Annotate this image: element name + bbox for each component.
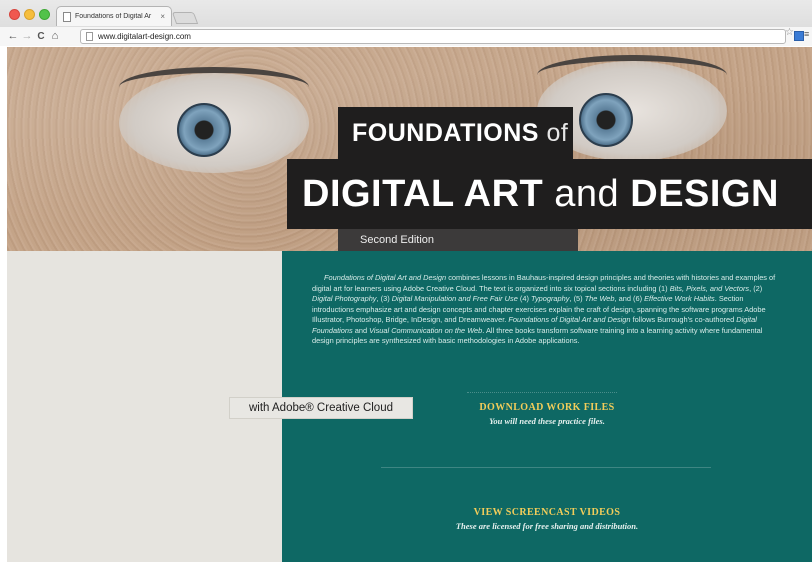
title-digital-art-word: DIGITAL ART xyxy=(302,172,544,215)
reload-icon[interactable]: C xyxy=(34,27,48,46)
desc-italic: Bits, Pixels, and Vectors xyxy=(669,283,750,293)
desc-italic: Effective Work Habits xyxy=(644,294,715,303)
title-foundations: FOUNDATIONS of xyxy=(352,119,568,148)
menu-icon[interactable]: ≡ xyxy=(804,30,810,39)
eye-image-left xyxy=(119,67,309,173)
desc-italic: Digital Photography xyxy=(312,294,377,303)
desc-text: , (2) xyxy=(749,283,763,293)
desc-text: , (5) xyxy=(569,294,585,303)
desc-italic: Digital Manipulation and Free Fair Use xyxy=(391,294,518,303)
browser-toolbar: ← → C ⌂ www.digitalart-design.com ☆ ≡ xyxy=(0,27,812,46)
page-content: FOUNDATIONS of DIGITAL ART and DESIGN Se… xyxy=(7,47,812,562)
desc-text: , (3) xyxy=(376,294,392,303)
download-work-files-link[interactable]: DOWNLOAD WORK FILES xyxy=(282,402,812,413)
desc-italic: Visual Communication on the Web xyxy=(369,325,483,335)
back-icon[interactable]: ← xyxy=(6,27,20,46)
home-icon[interactable]: ⌂ xyxy=(48,27,62,46)
book-description: Foundations of Digital Art and Design co… xyxy=(312,273,782,347)
title-design-word: DESIGN xyxy=(630,172,779,215)
iris xyxy=(579,93,633,147)
browser-tab[interactable]: Foundations of Digital Ar × xyxy=(56,6,172,26)
desc-text: (4) xyxy=(517,294,531,303)
section-divider xyxy=(381,467,711,468)
window-minimize-button[interactable] xyxy=(24,9,35,20)
tab-close-icon[interactable]: × xyxy=(160,12,165,21)
page-icon xyxy=(63,11,71,22)
eyelid xyxy=(537,55,727,95)
extension-icon[interactable] xyxy=(794,31,804,41)
window-close-button[interactable] xyxy=(9,9,20,20)
page-icon xyxy=(86,32,93,41)
bookmark-star-icon[interactable]: ☆ xyxy=(785,27,794,38)
window-maximize-button[interactable] xyxy=(39,9,50,20)
title-box-foundations: FOUNDATIONS of xyxy=(338,107,573,159)
title-and-word: and xyxy=(554,172,620,215)
window-controls xyxy=(9,9,50,20)
desc-italic: Typography xyxy=(530,294,570,303)
desc-italic: Foundations of Digital Art and Design xyxy=(508,315,631,324)
tab-title: Foundations of Digital Ar xyxy=(75,13,152,20)
url-text: www.digitalart-design.com xyxy=(98,32,191,41)
desc-text: and xyxy=(352,325,370,335)
download-subtitle: You will need these practice files. xyxy=(489,416,605,426)
eyelid xyxy=(119,67,309,107)
new-tab-button[interactable] xyxy=(171,12,199,24)
desc-text: follows Burrough's co-authored xyxy=(630,315,737,324)
browser-chrome: Foundations of Digital Ar × ← → C ⌂ www.… xyxy=(0,0,812,46)
edition-box: Second Edition xyxy=(338,229,578,251)
desc-italic: The Web xyxy=(584,294,615,303)
hero-banner: FOUNDATIONS of DIGITAL ART and DESIGN Se… xyxy=(7,47,812,251)
desc-text: , and (6) xyxy=(614,294,645,303)
title-foundations-word: FOUNDATIONS xyxy=(352,118,539,147)
view-screencast-videos-link[interactable]: VIEW SCREENCAST VIDEOS xyxy=(282,507,812,518)
forward-icon[interactable]: → xyxy=(20,27,34,46)
decorative-dotted-line xyxy=(467,392,617,393)
desc-italic: Foundations of Digital Art and Design xyxy=(324,273,447,282)
screencast-subtitle: These are licensed for free sharing and … xyxy=(455,521,639,531)
edition-label: Second Edition xyxy=(360,234,434,246)
iris xyxy=(177,103,231,157)
screencast-section: VIEW SCREENCAST VIDEOS These are license… xyxy=(282,507,812,531)
address-bar[interactable]: www.digitalart-design.com xyxy=(80,29,786,44)
title-digital-art-design: DIGITAL ART and DESIGN xyxy=(302,173,779,216)
download-section: DOWNLOAD WORK FILES You will need these … xyxy=(282,402,812,426)
title-box-digital-art: DIGITAL ART and DESIGN xyxy=(287,159,812,229)
title-of-word: of xyxy=(546,118,569,147)
